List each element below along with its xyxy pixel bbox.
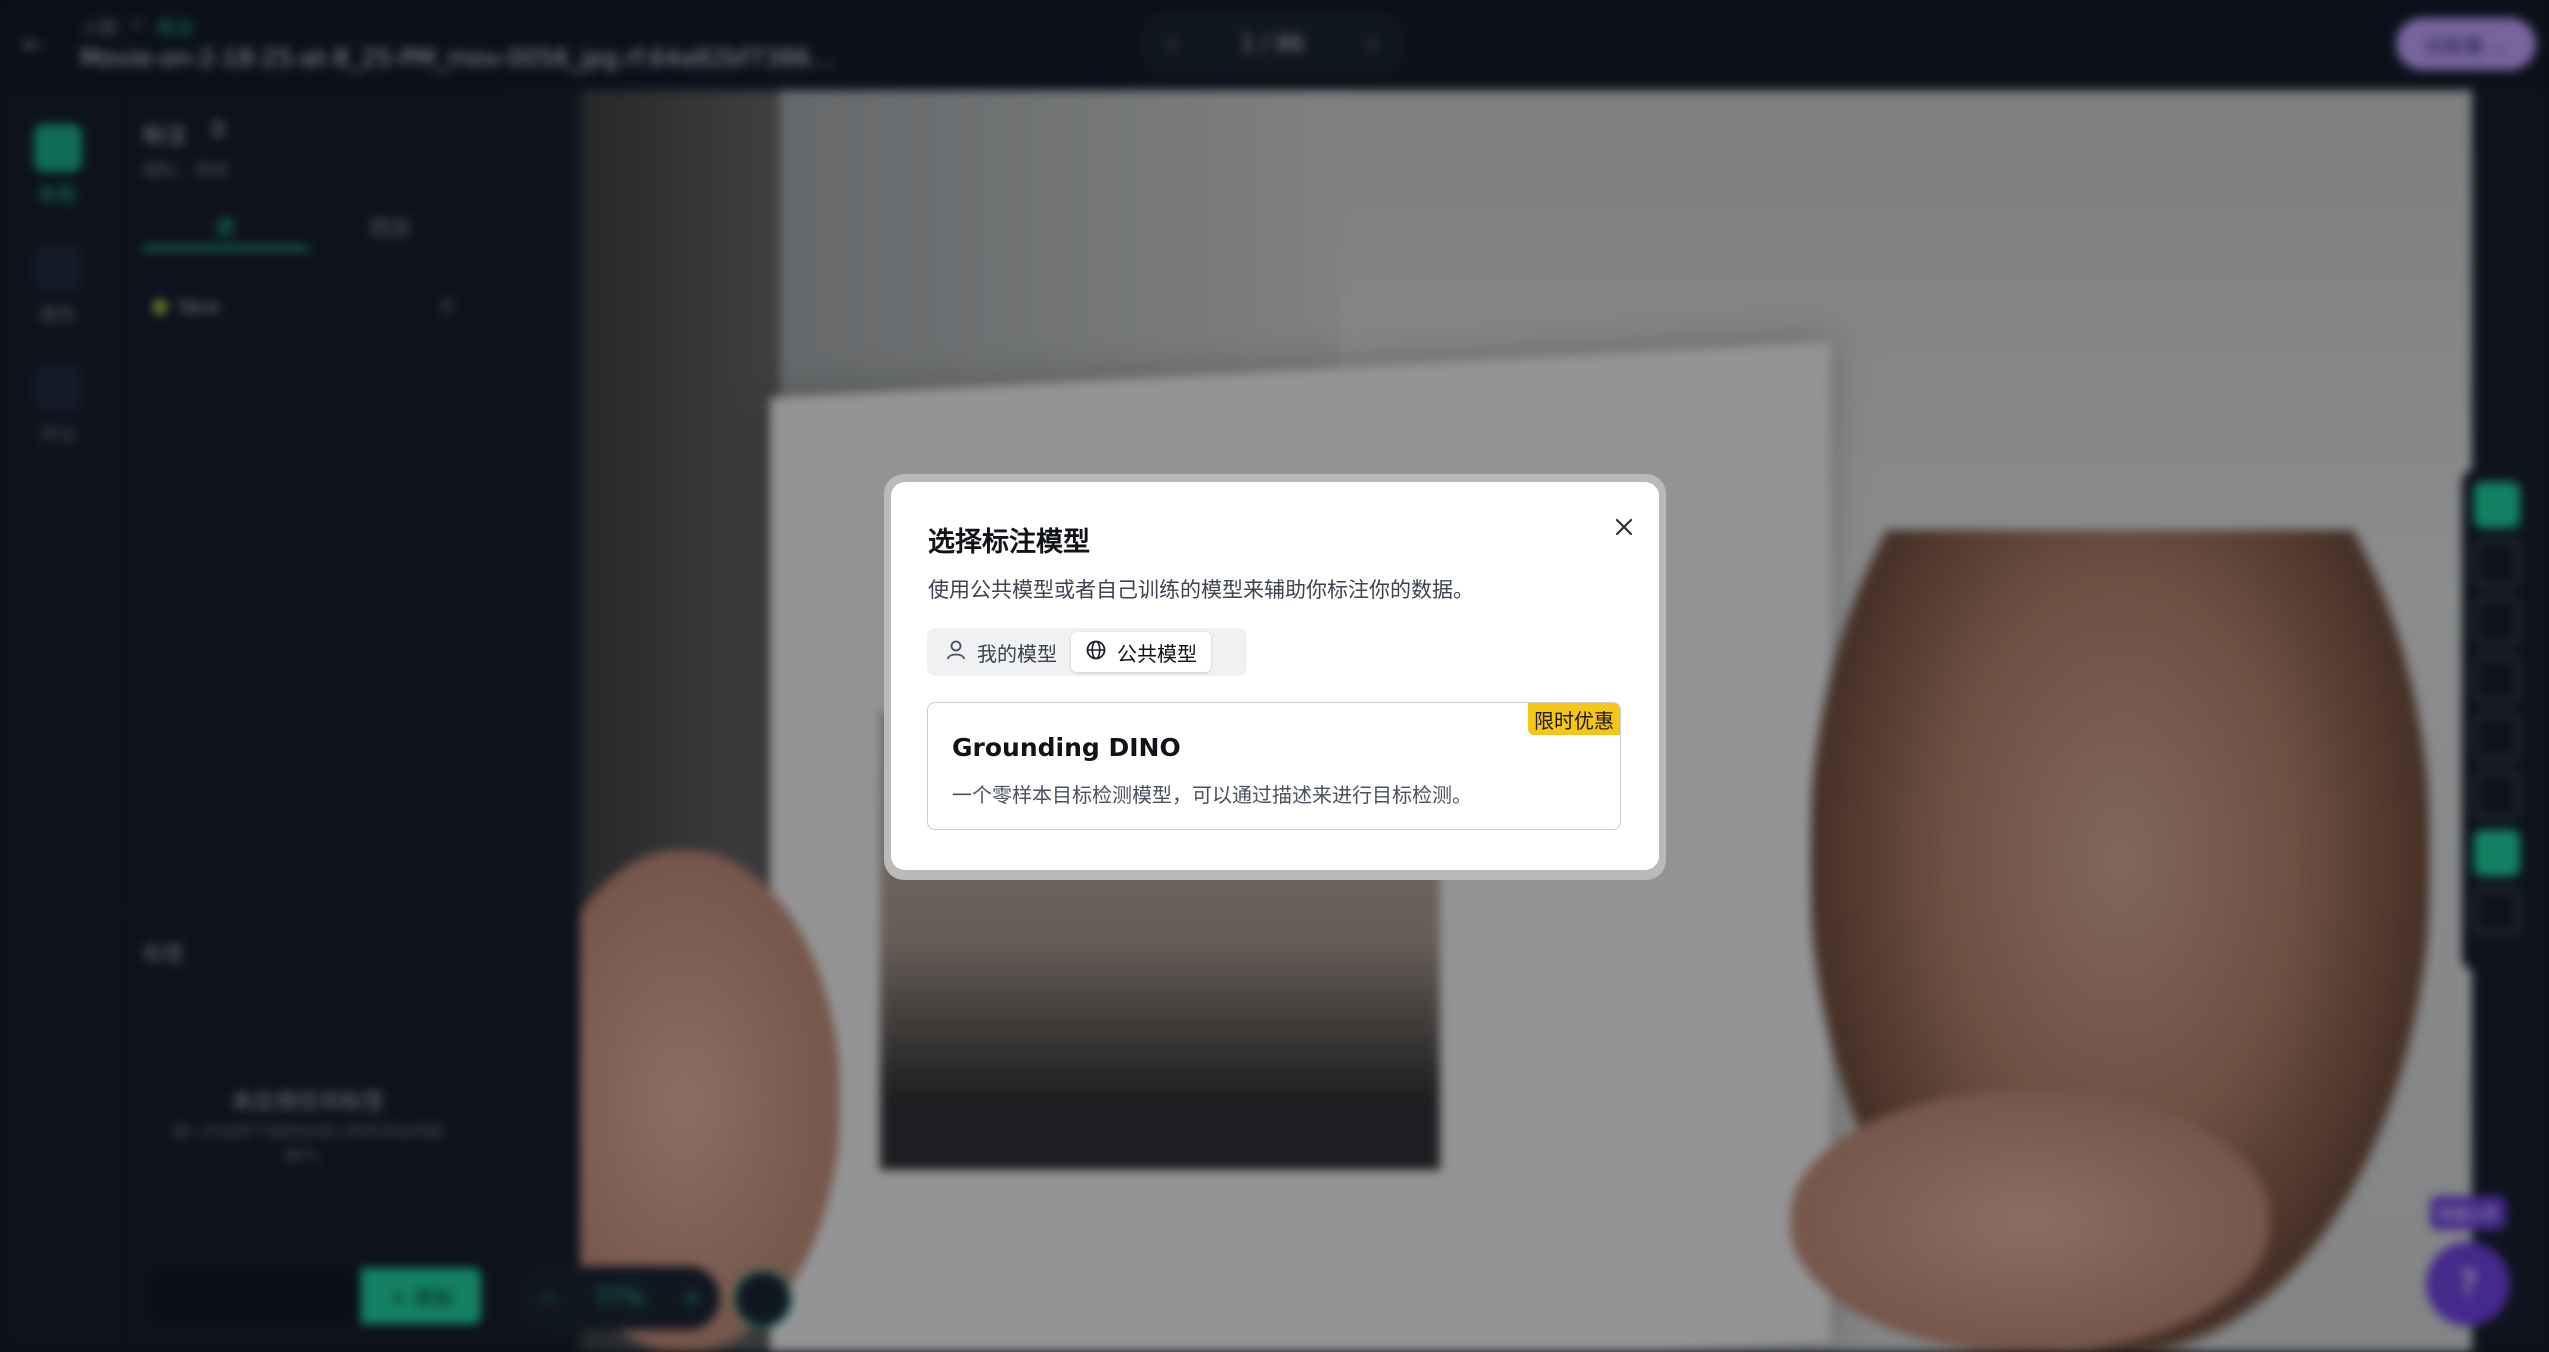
tab-label: 我的模型 bbox=[977, 641, 1057, 666]
model-name: Grounding DINO bbox=[952, 733, 1181, 762]
model-card-grounding-dino[interactable]: Grounding DINO 一个零样本目标检测模型，可以通过描述来进行目标检测… bbox=[927, 702, 1621, 830]
tab-my-models[interactable]: 我的模型 bbox=[931, 632, 1071, 672]
user-icon bbox=[945, 639, 967, 666]
model-source-tabs: 我的模型 公共模型 bbox=[927, 628, 1247, 676]
globe-icon bbox=[1085, 639, 1107, 666]
promo-badge: 限时优惠 bbox=[1528, 703, 1620, 735]
close-icon[interactable] bbox=[1607, 510, 1641, 544]
model-description: 一个零样本目标检测模型，可以通过描述来进行目标检测。 bbox=[952, 783, 1472, 807]
select-model-dialog: 选择标注模型 使用公共模型或者自己训练的模型来辅助你标注你的数据。 我的模型 公… bbox=[891, 482, 1659, 870]
tab-public-models[interactable]: 公共模型 bbox=[1071, 632, 1211, 672]
tab-label: 公共模型 bbox=[1117, 641, 1197, 666]
dialog-description: 使用公共模型或者自己训练的模型来辅助你标注你的数据。 bbox=[928, 578, 1474, 602]
dialog-title: 选择标注模型 bbox=[928, 527, 1090, 558]
